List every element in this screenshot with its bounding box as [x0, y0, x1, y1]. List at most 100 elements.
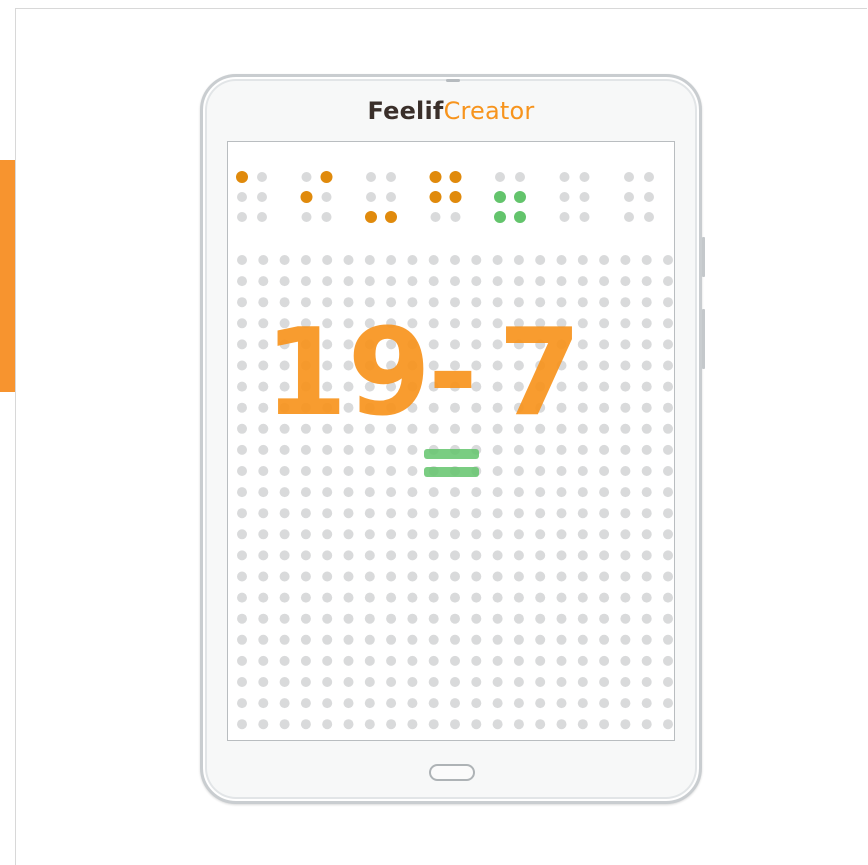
grid-dot[interactable]: [407, 634, 418, 645]
grid-dot[interactable]: [322, 276, 333, 287]
grid-dot[interactable]: [577, 276, 588, 287]
grid-dot[interactable]: [428, 677, 439, 687]
grid-dot[interactable]: [641, 381, 652, 392]
grid-dot[interactable]: [492, 487, 503, 498]
grid-dot[interactable]: [577, 719, 588, 730]
braille-dot-raised[interactable]: [320, 171, 333, 183]
grid-dot[interactable]: [450, 487, 460, 498]
grid-dot[interactable]: [407, 529, 418, 540]
grid-dot[interactable]: [407, 592, 418, 603]
grid-dot[interactable]: [322, 592, 333, 603]
grid-dot[interactable]: [663, 255, 673, 265]
grid-dot[interactable]: [237, 719, 247, 730]
grid-dot[interactable]: [343, 719, 354, 730]
grid-dot[interactable]: [258, 550, 269, 561]
braille-dot[interactable]: [237, 192, 247, 202]
grid-dot[interactable]: [641, 297, 652, 308]
grid-dot[interactable]: [556, 571, 567, 582]
braille-dot[interactable]: [321, 212, 332, 222]
grid-dot[interactable]: [599, 571, 610, 582]
grid-dot[interactable]: [322, 487, 333, 498]
braille-dot[interactable]: [579, 212, 590, 222]
grid-dot[interactable]: [535, 613, 546, 624]
grid-dot[interactable]: [641, 550, 652, 561]
grid-dot[interactable]: [577, 529, 588, 540]
braille-dot[interactable]: [366, 192, 376, 202]
dot-grid[interactable]: 19- 7 =: [228, 142, 673, 739]
grid-dot[interactable]: [237, 677, 247, 687]
braille-dot-raised[interactable]: [514, 211, 526, 223]
grid-dot[interactable]: [279, 592, 290, 603]
grid-dot[interactable]: [237, 508, 247, 519]
grid-dot[interactable]: [258, 719, 269, 730]
grid-dot[interactable]: [620, 381, 631, 392]
grid-dot[interactable]: [322, 255, 333, 265]
grid-dot[interactable]: [386, 634, 397, 645]
grid-dot[interactable]: [492, 719, 503, 730]
grid-dot[interactable]: [322, 655, 333, 666]
grid-dot[interactable]: [641, 719, 652, 730]
grid-dot[interactable]: [386, 466, 397, 476]
braille-dot[interactable]: [515, 172, 525, 182]
grid-dot[interactable]: [364, 677, 375, 687]
grid-dot[interactable]: [279, 276, 290, 287]
grid-dot[interactable]: [428, 719, 439, 730]
grid-dot[interactable]: [300, 677, 311, 687]
braille-dot[interactable]: [430, 212, 441, 222]
grid-dot[interactable]: [620, 677, 631, 687]
grid-dot[interactable]: [620, 402, 631, 413]
grid-dot[interactable]: [428, 529, 439, 540]
grid-dot[interactable]: [663, 719, 673, 730]
grid-dot[interactable]: [343, 508, 354, 519]
grid-dot[interactable]: [556, 592, 567, 603]
grid-dot[interactable]: [343, 529, 354, 540]
grid-dot[interactable]: [535, 677, 546, 687]
grid-dot[interactable]: [492, 592, 503, 603]
grid-dot[interactable]: [428, 698, 439, 709]
grid-dot[interactable]: [556, 508, 567, 519]
braille-dot[interactable]: [321, 192, 332, 202]
grid-dot[interactable]: [599, 360, 610, 371]
grid-dot[interactable]: [556, 677, 567, 687]
braille-dot[interactable]: [386, 172, 396, 182]
grid-dot[interactable]: [492, 444, 503, 455]
home-button-icon[interactable]: [429, 764, 475, 781]
grid-dot[interactable]: [407, 613, 418, 624]
grid-dot[interactable]: [599, 297, 610, 308]
grid-dot[interactable]: [343, 634, 354, 645]
grid-dot[interactable]: [577, 550, 588, 561]
grid-dot[interactable]: [343, 677, 354, 687]
grid-dot[interactable]: [641, 613, 652, 624]
grid-dot[interactable]: [471, 719, 482, 730]
grid-dot[interactable]: [471, 508, 482, 519]
braille-dot[interactable]: [257, 172, 267, 182]
grid-dot[interactable]: [407, 550, 418, 561]
grid-dot[interactable]: [577, 634, 588, 645]
grid-dot[interactable]: [577, 592, 588, 603]
grid-dot[interactable]: [641, 592, 652, 603]
grid-dot[interactable]: [407, 698, 418, 709]
grid-dot[interactable]: [450, 698, 460, 709]
grid-dot[interactable]: [279, 634, 290, 645]
grid-dot[interactable]: [641, 508, 652, 519]
grid-dot[interactable]: [450, 634, 460, 645]
grid-dot[interactable]: [577, 677, 588, 687]
grid-dot[interactable]: [386, 592, 397, 603]
grid-dot[interactable]: [364, 571, 375, 582]
grid-dot[interactable]: [450, 550, 460, 561]
grid-dot[interactable]: [471, 634, 482, 645]
grid-dot[interactable]: [556, 550, 567, 561]
grid-dot[interactable]: [364, 655, 375, 666]
grid-dot[interactable]: [620, 529, 631, 540]
grid-dot[interactable]: [322, 550, 333, 561]
grid-dot[interactable]: [663, 402, 673, 413]
grid-dot[interactable]: [663, 360, 673, 371]
grid-dot[interactable]: [300, 698, 311, 709]
grid-dot[interactable]: [535, 655, 546, 666]
grid-dot[interactable]: [279, 571, 290, 582]
grid-dot[interactable]: [450, 276, 460, 287]
braille-dot[interactable]: [301, 212, 312, 222]
grid-dot[interactable]: [279, 466, 290, 476]
grid-dot[interactable]: [620, 655, 631, 666]
grid-dot[interactable]: [577, 466, 588, 476]
